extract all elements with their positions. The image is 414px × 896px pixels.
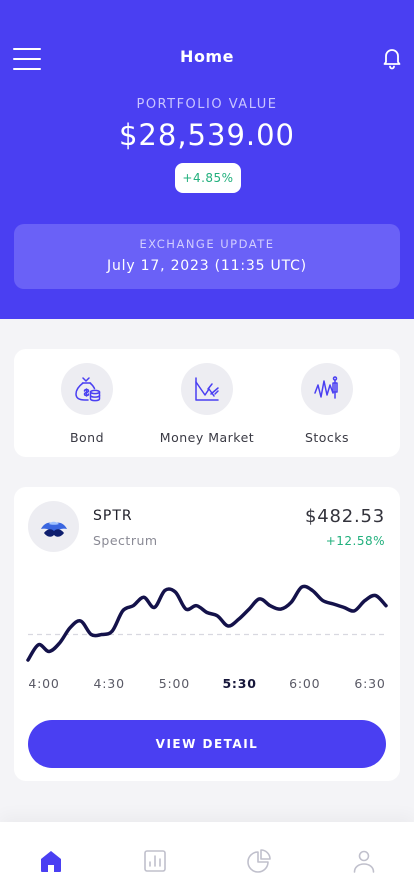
user-icon xyxy=(353,850,375,873)
money-bag-icon xyxy=(75,377,101,402)
portfolio-value: $28,539.00 xyxy=(118,118,296,152)
category-label: Money Market xyxy=(159,430,255,445)
stock-change: +12.58% xyxy=(325,534,385,548)
pie-chart-icon xyxy=(247,849,271,873)
category-money-market[interactable]: Money Market xyxy=(152,363,262,445)
chart-x-tick-label: 6:30 xyxy=(354,676,386,691)
category-bond[interactable]: Bond xyxy=(32,363,142,445)
nav-portfolio[interactable] xyxy=(244,846,274,876)
page-title: Home xyxy=(180,47,234,66)
chart-x-tick-label: 4:00 xyxy=(28,676,60,691)
nav-home[interactable] xyxy=(36,846,66,876)
home-icon xyxy=(41,851,61,872)
view-detail-button[interactable]: VIEW DETAIL xyxy=(28,720,386,768)
category-card: Bond Money Market Stocks xyxy=(14,349,400,457)
stock-card: SPTR Spectrum $482.53 +12.58% 4:00 4:30 5:… xyxy=(14,487,400,781)
nav-profile[interactable] xyxy=(349,846,379,876)
exchange-update-label: EXCHANGE UPDATE xyxy=(139,237,275,251)
bell-icon xyxy=(383,49,401,70)
category-label: Stocks xyxy=(304,430,350,445)
nav-analytics[interactable] xyxy=(140,846,170,876)
chart-x-axis: 4:00 4:30 5:00 5:30 6:00 6:30 xyxy=(14,676,400,692)
notifications-button[interactable] xyxy=(380,46,404,70)
stock-company: Spectrum xyxy=(93,533,158,548)
chart-x-tick-label: 6:00 xyxy=(289,676,321,691)
stock-ticker: SPTR xyxy=(93,508,133,524)
bottom-nav xyxy=(0,822,414,896)
stock-chart-icon xyxy=(314,376,338,399)
chart-price-line xyxy=(26,584,388,662)
stock-logo xyxy=(28,501,79,552)
price-chart xyxy=(26,584,388,662)
bar-chart-icon xyxy=(144,850,166,872)
chart-x-tick-label: 4:30 xyxy=(93,676,125,691)
category-stocks[interactable]: Stocks xyxy=(272,363,382,445)
chart-declining-icon xyxy=(195,377,219,401)
spectrum-logo-icon xyxy=(40,521,67,537)
portfolio-value-label: PORTFOLIO VALUE xyxy=(136,97,278,112)
chart-x-tick-label: 5:30 xyxy=(222,676,257,691)
stock-price: $482.53 xyxy=(304,506,385,527)
portfolio-change-badge: +4.85% xyxy=(175,163,241,193)
exchange-update-panel: EXCHANGE UPDATE July 17, 2023 (11:35 UTC… xyxy=(14,224,400,289)
category-label: Bond xyxy=(69,430,105,445)
header: Home PORTFOLIO VALUE $28,539.00 +4.85% E… xyxy=(0,0,414,319)
exchange-update-date: July 17, 2023 (11:35 UTC) xyxy=(107,258,307,274)
chart-x-tick-label: 5:00 xyxy=(158,676,191,691)
